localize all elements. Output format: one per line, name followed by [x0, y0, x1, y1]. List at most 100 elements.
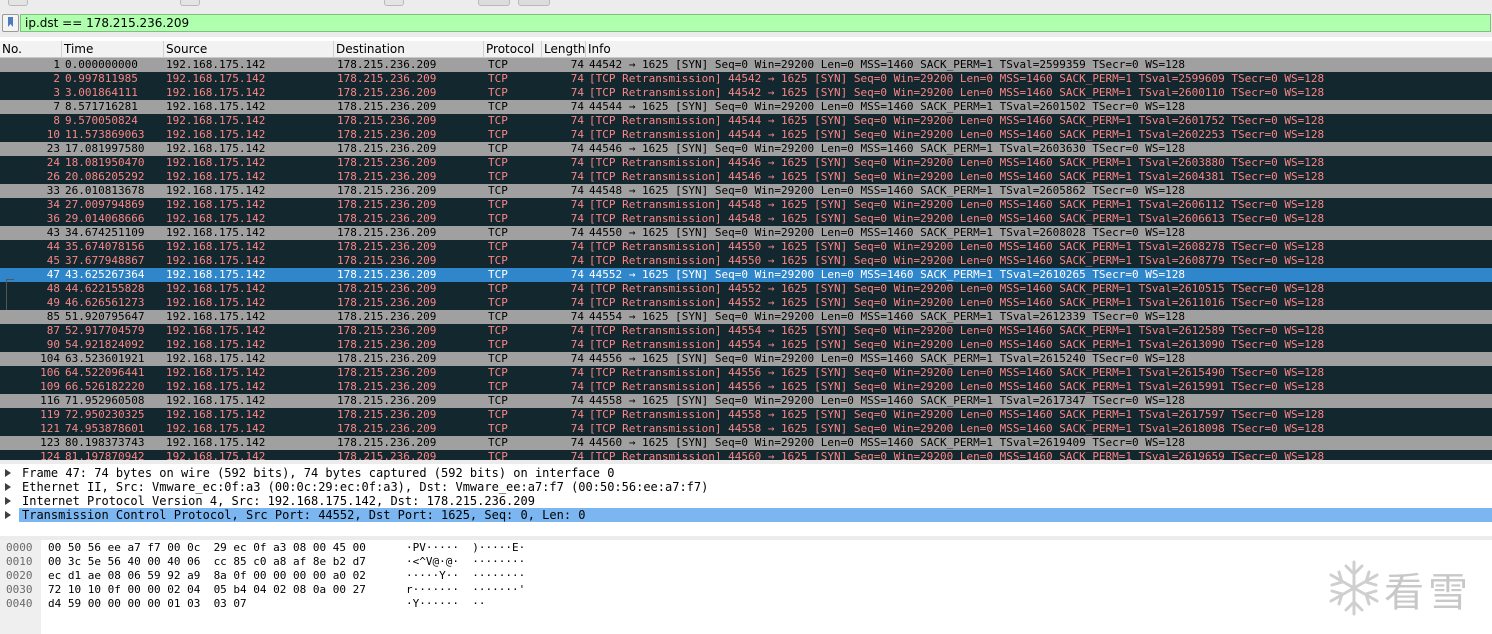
cell-len: 74: [570, 128, 584, 141]
cell-src: 192.168.175.142: [166, 156, 266, 169]
cell-time: 27.009794869: [65, 198, 145, 211]
packet-row[interactable]: 123 80.198373743 192.168.175.142 178.215.23…: [0, 436, 1492, 450]
packet-details-pane[interactable]: Frame 47: 74 bytes on wire (592 bits), 7…: [0, 464, 1492, 536]
packet-bytes-pane[interactable]: 0000 00 50 56 ee a7 f7 00 0c 29 ec 0f a3 …: [0, 540, 1492, 634]
packet-row[interactable]: 45 37.677948867 192.168.175.142 178.215.236…: [0, 254, 1492, 268]
packet-row[interactable]: 85 51.920795647 192.168.175.142 178.215.236…: [0, 310, 1492, 324]
toolbar-button[interactable]: [384, 0, 404, 6]
cell-info: [TCP Retransmission] 44552 → 1625 [SYN] …: [589, 296, 1325, 309]
packet-row[interactable]: 48 44.622155828 192.168.175.142 178.215.236…: [0, 282, 1492, 296]
cell-len: 74: [570, 212, 584, 225]
packet-row[interactable]: 34 27.009794869 192.168.175.142 178.215.236…: [0, 198, 1492, 212]
detail-tree-item[interactable]: Frame 47: 74 bytes on wire (592 bits), 7…: [0, 466, 1492, 480]
packet-row[interactable]: 49 46.626561273 192.168.175.142 178.215.236…: [0, 296, 1492, 310]
cell-dst: 178.215.236.209: [337, 156, 437, 169]
cell-src: 192.168.175.142: [166, 268, 266, 281]
packet-row-selected[interactable]: 47 43.625267364 192.168.175.142 178.215.236…: [0, 268, 1492, 282]
packet-list-header: No. Time Source Destination Protocol Len…: [0, 41, 1492, 58]
toolbar-button[interactable]: [518, 0, 550, 6]
packet-row[interactable]: 23 17.081997580 192.168.175.142 178.215.236…: [0, 142, 1492, 156]
detail-tree-item[interactable]: Internet Protocol Version 4, Src: 192.16…: [0, 494, 1492, 508]
packet-row[interactable]: 33 26.010813678 192.168.175.142 178.215.236…: [0, 184, 1492, 198]
cell-time: 71.952960508: [65, 394, 145, 407]
packet-row[interactable]: 36 29.014068666 192.168.175.142 178.215.236…: [0, 212, 1492, 226]
cell-info: [TCP Retransmission] 44546 → 1625 [SYN] …: [589, 156, 1325, 169]
cell-dst: 178.215.236.209: [337, 380, 437, 393]
cell-len: 74: [570, 450, 584, 460]
packet-row[interactable]: 3 3.001864111 192.168.175.142 178.215.236.2…: [0, 86, 1492, 100]
cell-no: 121: [40, 422, 60, 435]
cell-proto: TCP: [488, 338, 508, 351]
cell-dst: 178.215.236.209: [337, 254, 437, 267]
snowflake-icon: [1329, 560, 1379, 616]
column-header-protocol[interactable]: Protocol: [484, 41, 542, 58]
column-header-info[interactable]: Info: [586, 41, 1492, 58]
cell-len: 74: [570, 240, 584, 253]
packet-row[interactable]: 7 8.571716281 192.168.175.142 178.215.236.2…: [0, 100, 1492, 114]
cell-proto: TCP: [488, 58, 508, 71]
display-filter-input[interactable]: ip.dst == 178.215.236.209: [20, 14, 1491, 32]
packet-row[interactable]: 24 18.081950470 192.168.175.142 178.215.236…: [0, 156, 1492, 170]
cell-no: 24: [46, 156, 60, 169]
packet-row[interactable]: 1 0.000000000 192.168.175.142 178.215.236.2…: [0, 58, 1492, 72]
packet-row[interactable]: 10 11.573869063 192.168.175.142 178.215.236…: [0, 128, 1492, 142]
hex-ascii: ·Y······ ··: [406, 597, 486, 610]
cell-no: 36: [46, 212, 60, 225]
packet-row[interactable]: 87 52.917704579 192.168.175.142 178.215.236…: [0, 324, 1492, 338]
cell-len: 74: [570, 254, 584, 267]
cell-src: 192.168.175.142: [166, 170, 266, 183]
cell-info: 44544 → 1625 [SYN] Seq=0 Win=29200 Len=0…: [589, 100, 1186, 113]
cell-dst: 178.215.236.209: [337, 114, 437, 127]
cell-len: 74: [570, 380, 584, 393]
cell-len: 74: [570, 170, 584, 183]
cell-no: 104: [40, 352, 60, 365]
column-header-length[interactable]: Length: [542, 41, 586, 58]
bookmark-icon[interactable]: [2, 14, 19, 32]
related-packet-marker: [6, 279, 14, 310]
packet-row[interactable]: 106 64.522096441 192.168.175.142 178.215.23…: [0, 366, 1492, 380]
packet-row[interactable]: 44 35.674078156 192.168.175.142 178.215.236…: [0, 240, 1492, 254]
cell-time: 11.573869063: [65, 128, 145, 141]
packet-row[interactable]: 43 34.674251109 192.168.175.142 178.215.236…: [0, 226, 1492, 240]
expand-arrow-icon[interactable]: [5, 511, 11, 519]
watermark-text: 看雪: [1384, 570, 1472, 616]
cell-dst: 178.215.236.209: [337, 338, 437, 351]
column-header-source[interactable]: Source: [164, 41, 334, 58]
column-header-no[interactable]: No.: [0, 41, 62, 58]
packet-row[interactable]: 90 54.921824092 192.168.175.142 178.215.236…: [0, 338, 1492, 352]
cell-proto: TCP: [488, 212, 508, 225]
packet-row[interactable]: 104 63.523601921 192.168.175.142 178.215.23…: [0, 352, 1492, 366]
packet-row[interactable]: 116 71.952960508 192.168.175.142 178.215.23…: [0, 394, 1492, 408]
cell-info: 44548 → 1625 [SYN] Seq=0 Win=29200 Len=0…: [589, 184, 1186, 197]
detail-tree-item[interactable]: Transmission Control Protocol, Src Port:…: [0, 508, 1492, 522]
cell-time: 37.677948867: [65, 254, 145, 267]
cell-time: 18.081950470: [65, 156, 145, 169]
cell-info: [TCP Retransmission] 44544 → 1625 [SYN] …: [589, 114, 1325, 127]
packet-row[interactable]: 124 81.197870942 192.168.175.142 178.215.23…: [0, 450, 1492, 460]
cell-dst: 178.215.236.209: [337, 240, 437, 253]
expand-arrow-icon[interactable]: [5, 497, 11, 505]
cell-no: 2: [53, 72, 60, 85]
toolbar-button[interactable]: [8, 0, 28, 6]
toolbar-button[interactable]: [478, 0, 510, 6]
packet-row[interactable]: 2 0.997811985 192.168.175.142 178.215.236.2…: [0, 72, 1492, 86]
cell-info: [TCP Retransmission] 44548 → 1625 [SYN] …: [589, 198, 1325, 211]
packet-list[interactable]: 1 0.000000000 192.168.175.142 178.215.236.2…: [0, 58, 1492, 460]
cell-src: 192.168.175.142: [166, 114, 266, 127]
column-header-time[interactable]: Time: [62, 41, 164, 58]
expand-arrow-icon[interactable]: [5, 469, 11, 477]
packet-row[interactable]: 119 72.950230325 192.168.175.142 178.215.23…: [0, 408, 1492, 422]
cell-len: 74: [570, 296, 584, 309]
packet-row[interactable]: 26 20.086205292 192.168.175.142 178.215.236…: [0, 170, 1492, 184]
display-filter-bar: ip.dst == 178.215.236.209: [0, 11, 1492, 37]
hex-bytes: 00 50 56 ee a7 f7 00 0c 29 ec 0f a3 08 0…: [48, 541, 366, 554]
cell-proto: TCP: [488, 268, 508, 281]
toolbar-button[interactable]: [180, 0, 200, 6]
packet-row[interactable]: 121 74.953878601 192.168.175.142 178.215.23…: [0, 422, 1492, 436]
detail-tree-item[interactable]: Ethernet II, Src: Vmware_ec:0f:a3 (00:0c…: [0, 480, 1492, 494]
expand-arrow-icon[interactable]: [5, 483, 11, 491]
column-header-destination[interactable]: Destination: [334, 41, 484, 58]
packet-row[interactable]: 8 9.570050824 192.168.175.142 178.215.236.2…: [0, 114, 1492, 128]
packet-row[interactable]: 109 66.526182220 192.168.175.142 178.215.23…: [0, 380, 1492, 394]
hex-offset: 0010: [6, 555, 33, 568]
